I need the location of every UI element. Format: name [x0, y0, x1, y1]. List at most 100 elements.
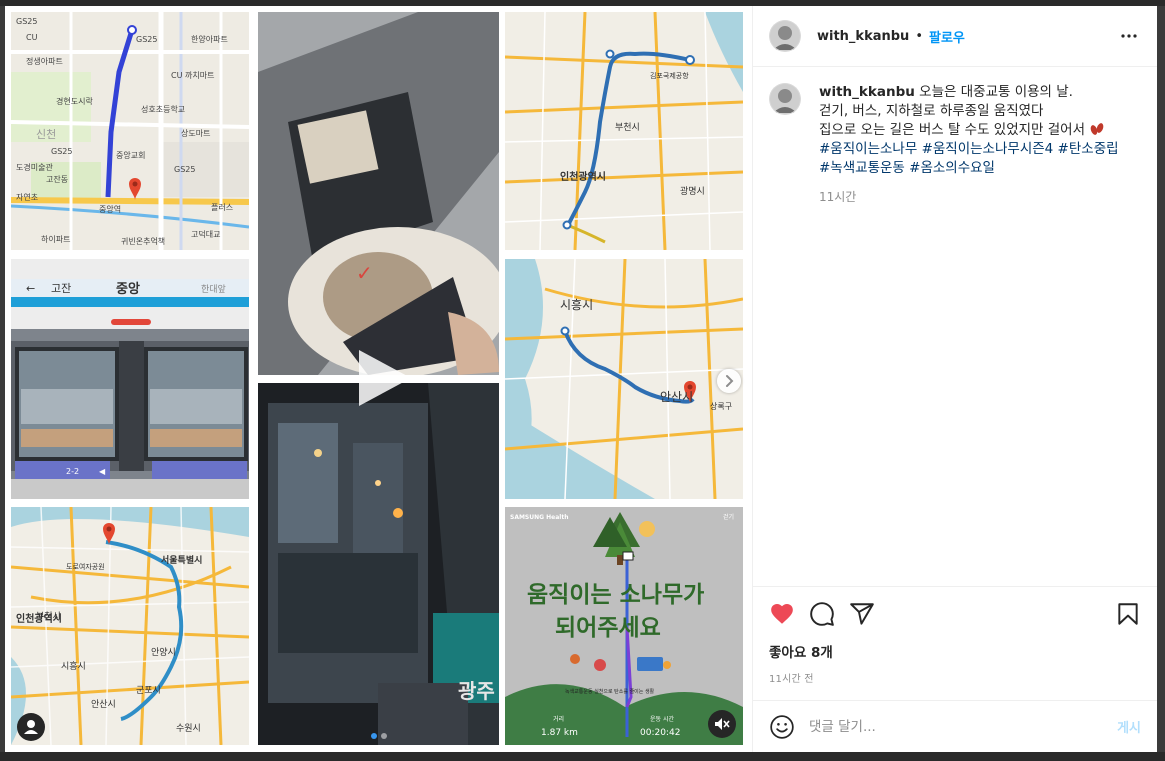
svg-text:중앙역: 중앙역	[99, 204, 121, 214]
svg-text:자연초: 자연초	[16, 193, 38, 202]
svg-text:한양아파트: 한양아파트	[191, 34, 228, 44]
svg-text:◀: ◀	[99, 467, 106, 476]
svg-text:GS25: GS25	[16, 17, 37, 26]
map-tile-neighborhood: GS25 CU GS25 한양아파트 고덕대교 CU 까치마트 정생아파트 경현…	[11, 12, 249, 250]
svg-text:플러스: 플러스	[211, 203, 233, 212]
svg-text:GS25: GS25	[136, 35, 157, 44]
svg-text:GS25: GS25	[51, 147, 72, 156]
hashtag-link[interactable]: #녹색교통운동	[819, 160, 905, 176]
svg-text:고잔동: 고잔동	[46, 174, 68, 184]
avatar[interactable]	[769, 83, 801, 115]
share-icon	[850, 603, 874, 625]
caption-timestamp[interactable]: 11시간	[819, 188, 1119, 207]
subway-platform-photo: ← 고잔 중앙 한대앞 2-2 ◀	[11, 259, 249, 499]
map-tile-incheon: 인천광역시 부천시 광명시 김포국제공항	[505, 12, 743, 250]
tagged-users-button[interactable]	[17, 713, 45, 741]
svg-text:하이파트: 하이파트	[41, 234, 70, 244]
separator-dot: •	[915, 28, 923, 44]
svg-text:GS25: GS25	[174, 165, 195, 174]
hashtag-link[interactable]: #움직이는소나무시즌4	[922, 141, 1054, 157]
svg-text:CU 까치마트: CU 까치마트	[171, 71, 214, 80]
video-bus-window: 광주	[258, 383, 499, 745]
user-tag-icon	[24, 720, 38, 734]
svg-text:군포시: 군포시	[136, 685, 161, 696]
hashtag-link[interactable]: #움직이는소나무	[819, 141, 917, 157]
carousel-dot-active	[371, 733, 377, 739]
author-username[interactable]: with_kkanbu	[817, 29, 909, 44]
avatar[interactable]	[769, 20, 801, 52]
post-modal: GS25 CU GS25 한양아파트 고덕대교 CU 까치마트 정생아파트 경현…	[5, 6, 1157, 752]
svg-text:녹색교통운동 실천으로 탄소를 줄이는 생활: 녹색교통운동 실천으로 탄소를 줄이는 생활	[565, 688, 655, 695]
caption: with_kkanbu 오늘은 대중교통 이용의 날. 걷기, 버스, 지하철로…	[769, 83, 1141, 207]
follow-button[interactable]: 팔로우	[929, 27, 965, 46]
footprints-emoji-icon	[1091, 123, 1104, 135]
svg-text:SAMSUNG Health: SAMSUNG Health	[510, 514, 569, 521]
mute-icon	[715, 718, 730, 730]
svg-text:되어주세요: 되어주세요	[555, 615, 661, 641]
svg-text:상도마트: 상도마트	[181, 128, 210, 138]
likes-count[interactable]: 좋아요 8개	[769, 641, 1141, 661]
svg-text:00:20:42: 00:20:42	[640, 728, 680, 738]
caption-section: with_kkanbu 오늘은 대중교통 이용의 날. 걷기, 버스, 지하철로…	[753, 67, 1157, 586]
action-bar	[769, 599, 1141, 629]
svg-text:김포국제공항: 김포국제공항	[650, 71, 689, 80]
play-button[interactable]	[351, 346, 415, 410]
caption-text: with_kkanbu 오늘은 대중교통 이용의 날. 걷기, 버스, 지하철로…	[819, 83, 1119, 207]
svg-text:도로여자공원: 도로여자공원	[66, 562, 105, 571]
more-options-button[interactable]	[1117, 24, 1141, 48]
emoji-icon	[770, 714, 794, 739]
svg-text:안양시: 안양시	[151, 647, 176, 658]
comment-form: 게시	[753, 700, 1157, 752]
hashtag-link[interactable]: #탄소중립	[1058, 141, 1119, 157]
hashtag-link[interactable]: #옴소의수요일	[909, 160, 995, 176]
caption-line: 오늘은 대중교통 이용의 날.	[919, 84, 1073, 100]
svg-text:정생아파트: 정생아파트	[26, 56, 63, 66]
post-comment-button[interactable]: 게시	[1117, 717, 1141, 736]
post-details-panel: with_kkanbu • 팔로우 with_kkanbu 오늘은 대중교통 이…	[752, 6, 1157, 752]
svg-text:고덕대교: 고덕대교	[191, 229, 220, 239]
caption-username[interactable]: with_kkanbu	[819, 84, 915, 100]
carousel-dot	[381, 733, 387, 739]
svg-text:성호초등학교: 성호초등학교	[141, 104, 185, 114]
post-actions: 좋아요 8개 11시간 전	[753, 586, 1157, 685]
share-button[interactable]	[849, 601, 875, 627]
comment-input[interactable]	[809, 718, 1108, 735]
svg-text:거리: 거리	[553, 715, 564, 723]
svg-text:수원시: 수원시	[176, 723, 201, 734]
post-header: with_kkanbu • 팔로우	[753, 6, 1157, 67]
svg-text:1.87 km: 1.87 km	[541, 728, 578, 738]
map-tile-siheung: 시흥시 안산시 상록구	[505, 259, 743, 499]
like-button[interactable]	[769, 601, 795, 627]
mute-button[interactable]	[708, 710, 736, 738]
svg-text:인천광역시: 인천광역시	[560, 170, 606, 183]
svg-text:고잔: 고잔	[51, 282, 71, 295]
svg-text:부천시: 부천시	[615, 122, 640, 133]
comment-icon	[810, 602, 834, 626]
post-timestamp[interactable]: 11시간 전	[769, 670, 1141, 685]
next-slide-button[interactable]	[717, 369, 741, 393]
video-card-reader: ✓	[258, 12, 499, 375]
comment-button[interactable]	[809, 601, 835, 627]
svg-text:CU: CU	[26, 33, 38, 42]
svg-text:움직이는 소나무가: 움직이는 소나무가	[527, 582, 704, 608]
svg-text:2-2: 2-2	[66, 467, 79, 476]
play-icon	[359, 350, 411, 406]
svg-text:안산시: 안산시	[660, 390, 693, 404]
caption-line: 집으로 오는 길은 버스 탈 수도 있었지만 걸어서	[819, 122, 1086, 138]
svg-text:서울특별시: 서울특별시	[161, 554, 202, 566]
carousel-indicator	[371, 733, 387, 739]
svg-text:시흥시: 시흥시	[560, 298, 593, 312]
svg-text:운동 시간: 운동 시간	[650, 715, 674, 723]
bookmark-icon	[1118, 603, 1138, 625]
svg-text:안산시: 안산시	[91, 699, 116, 710]
svg-text:도경미술관: 도경미술관	[16, 162, 53, 172]
save-button[interactable]	[1115, 601, 1141, 627]
svg-text:중앙: 중앙	[116, 281, 140, 297]
backdrop	[0, 752, 1165, 761]
svg-text:걷기: 걷기	[723, 513, 734, 521]
svg-text:인천광역시: 인천광역시	[16, 612, 62, 625]
svg-text:시흥시: 시흥시	[61, 660, 86, 672]
post-media[interactable]: GS25 CU GS25 한양아파트 고덕대교 CU 까치마트 정생아파트 경현…	[5, 6, 752, 752]
emoji-button[interactable]	[769, 714, 795, 740]
svg-text:✓: ✓	[356, 261, 373, 285]
